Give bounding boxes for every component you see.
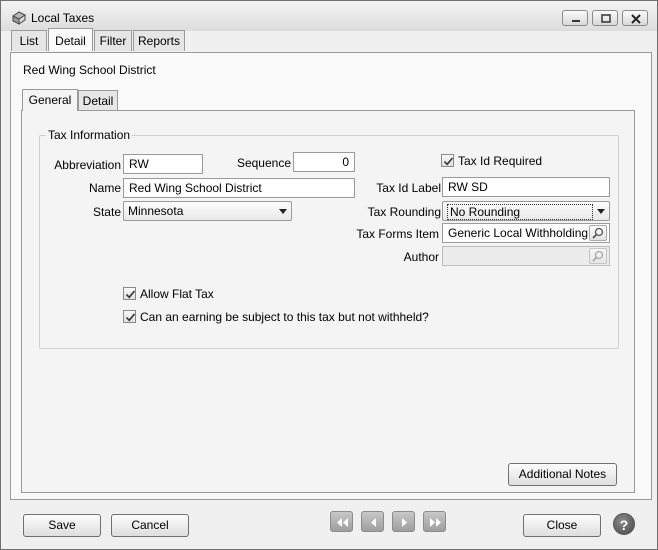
group-legend: Tax Information: [46, 128, 133, 142]
first-record-button[interactable]: [330, 511, 353, 532]
window: Local Taxes List Detail Filter Reports R…: [0, 0, 658, 550]
close-icon: [631, 14, 641, 24]
first-record-icon: [337, 518, 348, 527]
author-lookup-button: [589, 248, 607, 264]
tab-label: Detail: [55, 34, 86, 48]
magnifier-icon: [592, 227, 604, 239]
next-record-icon: [402, 518, 407, 527]
earning-subject-label: Can an earning be subject to this tax bu…: [140, 310, 429, 324]
tax-forms-item-label: Tax Forms Item: [356, 227, 439, 241]
abbreviation-field[interactable]: RW: [123, 154, 203, 174]
magnifier-icon: [592, 250, 604, 262]
app-icon: [11, 10, 26, 25]
tab-reports[interactable]: Reports: [133, 30, 185, 51]
minimize-button[interactable]: [562, 10, 588, 26]
tab-filter[interactable]: Filter: [94, 30, 132, 51]
earning-subject-checkbox[interactable]: [123, 310, 136, 323]
tax-id-required-checkbox[interactable]: [441, 154, 454, 167]
name-label: Name: [88, 181, 121, 195]
checkmark-icon: [443, 157, 454, 166]
tax-forms-item-field[interactable]: Generic Local Withholding: [442, 223, 610, 243]
last-record-button[interactable]: [423, 511, 446, 532]
next-record-button[interactable]: [392, 511, 415, 532]
sequence-label: Sequence: [236, 156, 291, 170]
tax-id-label-label: Tax Id Label: [376, 181, 441, 195]
window-title: Local Taxes: [31, 11, 95, 25]
name-field[interactable]: Red Wing School District: [123, 178, 355, 198]
tab-list[interactable]: List: [11, 30, 47, 51]
subtab-label: Detail: [82, 94, 114, 108]
tax-forms-item-lookup-button[interactable]: [589, 225, 607, 241]
close-window-button[interactable]: [622, 10, 648, 26]
previous-record-button[interactable]: [361, 511, 384, 532]
subtab-general[interactable]: General: [22, 89, 78, 111]
record-title: Red Wing School District: [23, 63, 156, 77]
tax-rounding-label: Tax Rounding: [367, 205, 441, 219]
additional-notes-button[interactable]: Additional Notes: [508, 463, 617, 486]
allow-flat-tax-label: Allow Flat Tax: [140, 287, 214, 301]
save-button[interactable]: Save: [23, 514, 101, 537]
tab-label: Filter: [99, 34, 127, 48]
cancel-button[interactable]: Cancel: [111, 514, 189, 537]
state-dropdown[interactable]: Minnesota: [123, 201, 292, 221]
chevron-down-icon: [597, 209, 605, 214]
state-label: State: [92, 205, 121, 219]
subtab-detail[interactable]: Detail: [78, 90, 118, 111]
title-bar: Local Taxes: [1, 1, 657, 31]
tab-label: Reports: [137, 34, 181, 48]
author-label: Author: [403, 250, 439, 264]
minimize-icon: [572, 20, 580, 22]
chevron-down-icon: [279, 209, 287, 214]
previous-record-icon: [371, 518, 376, 527]
subtab-label: General: [28, 93, 72, 107]
tab-label: List: [19, 34, 39, 48]
sequence-field[interactable]: 0: [293, 152, 355, 172]
author-field: [442, 246, 610, 266]
last-record-icon: [430, 518, 441, 527]
allow-flat-tax-checkbox[interactable]: [123, 287, 136, 300]
tax-id-label-field[interactable]: RW SD: [442, 177, 610, 197]
abbreviation-label: Abbreviation: [54, 158, 121, 172]
tax-forms-item-value: Generic Local Withholding: [448, 226, 589, 240]
checkmark-icon: [125, 290, 136, 299]
tax-rounding-value: No Rounding: [447, 204, 593, 220]
tab-detail[interactable]: Detail: [48, 28, 93, 51]
tax-rounding-dropdown[interactable]: No Rounding: [442, 201, 610, 221]
maximize-button[interactable]: [592, 10, 618, 26]
state-value: Minnesota: [128, 204, 184, 218]
help-button[interactable]: ?: [613, 513, 635, 535]
checkmark-icon: [125, 313, 136, 322]
close-button[interactable]: Close: [523, 514, 601, 537]
maximize-icon: [601, 14, 611, 23]
tax-id-required-label: Tax Id Required: [458, 154, 543, 168]
